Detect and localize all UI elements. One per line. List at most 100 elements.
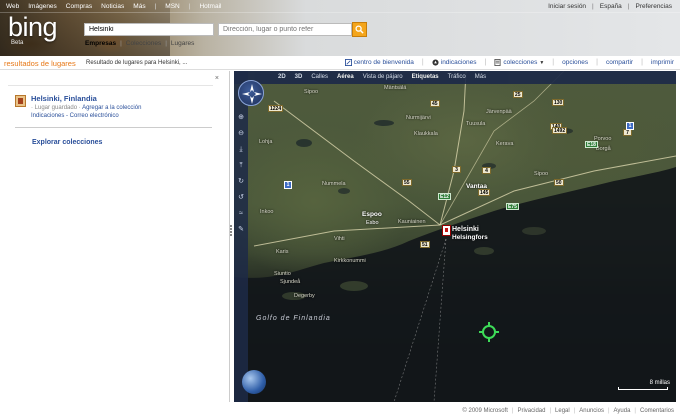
panel-resize-handle[interactable] [230, 225, 233, 237]
route-shield: 130 [552, 99, 565, 106]
legal-link[interactable]: Legal [555, 408, 570, 414]
nav-hotmail[interactable]: Hotmail [199, 3, 221, 10]
zoom-in-icon[interactable]: ⊕ [236, 113, 246, 123]
map-label: Nurmijärvi [406, 115, 431, 121]
tab-empresas[interactable]: Empresas [85, 40, 116, 47]
header: Web Imágenes Compras Noticias Más | MSN … [0, 0, 680, 56]
labels-toggle[interactable]: Etiquetas [412, 74, 439, 80]
view-3d-button[interactable]: 3D [295, 74, 303, 80]
route-shield: 1492 [552, 127, 568, 134]
route-shield-e: E12 [438, 193, 451, 200]
privacy-link[interactable]: Privacidad [517, 408, 545, 414]
view-aerial-tab[interactable]: Aérea [337, 74, 354, 80]
rotate-left-icon[interactable]: ↺ [236, 193, 246, 203]
footer-separator: | [573, 408, 576, 414]
location-box[interactable] [218, 23, 352, 36]
nav-msn[interactable]: MSN [165, 3, 179, 10]
map-view[interactable]: 2D 3D Calles Aérea Vista de pájaro Etiqu… [234, 71, 676, 402]
panel-divider [8, 85, 213, 86]
view-birdseye-tab[interactable]: Vista de pájaro [363, 74, 403, 80]
close-panel-button[interactable]: × [215, 75, 219, 82]
preferences-link[interactable]: Preferencias [636, 3, 673, 10]
results-subtitle: Resultado de lugares para Helsinki, ... [86, 60, 188, 66]
footer-links: © 2009 Microsoft | Privacidad | Legal | … [462, 408, 674, 414]
collections-dropdown[interactable]: colecciones ▼ [494, 59, 544, 66]
search-button[interactable] [352, 22, 367, 37]
nav-images[interactable]: Imágenes [28, 3, 57, 10]
measure-icon[interactable]: ≈ [236, 209, 246, 219]
options-label: opciones [562, 59, 589, 66]
tab-colecciones[interactable]: Colecciones [126, 40, 161, 47]
route-shield-b: 1 [284, 181, 292, 189]
help-link[interactable]: Ayuda [614, 408, 631, 414]
search-input[interactable] [85, 24, 213, 35]
beta-badge: Beta [11, 40, 24, 46]
directions-label: indicaciones [440, 59, 477, 66]
ads-link[interactable]: Anuncios [579, 408, 604, 414]
nav-separator: | [188, 3, 191, 10]
nav-shopping[interactable]: Compras [66, 3, 92, 10]
search-box[interactable] [84, 23, 214, 36]
compass-control[interactable] [238, 80, 264, 106]
route-shield: 50 [554, 179, 564, 186]
tilt-up-icon[interactable]: ⤒ [236, 161, 246, 171]
rotate-right-icon[interactable]: ↻ [236, 177, 246, 187]
print-label: imprimir [650, 59, 674, 66]
location-input[interactable] [219, 24, 351, 35]
zoom-out-icon[interactable]: ⊖ [236, 129, 246, 139]
more-dropdown[interactable]: Más [475, 74, 486, 80]
region-link[interactable]: España [600, 3, 622, 10]
footer-separator: | [634, 408, 636, 414]
map-view-bar: 2D 3D Calles Aérea Vista de pájaro Etiqu… [234, 71, 676, 84]
route-shield-b: 1 [626, 122, 634, 130]
nav-news[interactable]: Noticias [101, 3, 124, 10]
location-target-icon[interactable] [479, 322, 499, 342]
copyright: © 2009 Microsoft [462, 408, 508, 414]
nav-more[interactable]: Más [133, 3, 145, 10]
route-shield: 45 [430, 100, 440, 107]
map-label: Sipoo [304, 89, 319, 95]
footer-separator: | [511, 408, 514, 414]
place-actions-links[interactable]: Indicaciones - Correo electrónico [31, 113, 119, 119]
map-pin-icon[interactable] [442, 225, 451, 236]
place-pin-icon [15, 95, 26, 107]
action-separator: | [484, 59, 487, 66]
scale-label: 8 millas [649, 380, 670, 386]
view-2d-button[interactable]: 2D [278, 74, 286, 80]
feedback-link[interactable]: Comentarios [640, 408, 674, 414]
share-button[interactable]: compartir [606, 59, 633, 66]
bing-logo[interactable]: bing [8, 13, 78, 43]
route-shield: 55 [402, 179, 412, 186]
footer: © 2009 Microsoft | Privacidad | Legal | … [0, 404, 680, 420]
tilt-down-icon[interactable]: ⤓ [236, 145, 246, 155]
results-title: resultados de lugares [4, 59, 76, 68]
explore-collections-link[interactable]: Explorar colecciones [32, 139, 102, 146]
nav-separator: | [627, 3, 630, 10]
add-to-collection-link[interactable]: Agregar a la colección [82, 105, 141, 111]
sign-in-link[interactable]: Iniciar sesión [548, 3, 586, 10]
directions-button[interactable]: indicaciones [432, 59, 477, 66]
compass-icon [242, 84, 262, 104]
welcome-center-button[interactable]: centro de bienvenida [344, 59, 414, 66]
globe-icon[interactable] [242, 370, 266, 394]
map-scale: 8 millas [618, 380, 672, 390]
draw-icon[interactable]: ✎ [236, 225, 246, 235]
map-label: Kauniainen [398, 219, 426, 225]
traffic-toggle[interactable]: Tráfico [448, 74, 466, 80]
map-label: Karis [276, 249, 289, 255]
options-button[interactable]: opciones [562, 59, 588, 66]
map-label: Mäntsälä [384, 85, 407, 91]
map-view-tabs: 2D 3D Calles Aérea Vista de pájaro Etiqu… [278, 74, 486, 80]
print-button[interactable]: imprimir [651, 59, 674, 66]
nav-web[interactable]: Web [6, 3, 19, 10]
tab-lugares[interactable]: Lugares [171, 40, 195, 47]
city-espoo-label: Espoo [362, 211, 382, 218]
route-shield-e: E18 [585, 141, 598, 148]
place-name-link[interactable]: Helsinki, Finlandia [31, 94, 97, 103]
collections-label: colecciones [503, 59, 538, 66]
view-roads-tab[interactable]: Calles [311, 74, 328, 80]
route-shield: 51 [420, 241, 430, 248]
chevron-down-icon: ▼ [539, 59, 545, 66]
map-label: Lohja [259, 139, 273, 145]
logo-text: bing [8, 12, 58, 42]
